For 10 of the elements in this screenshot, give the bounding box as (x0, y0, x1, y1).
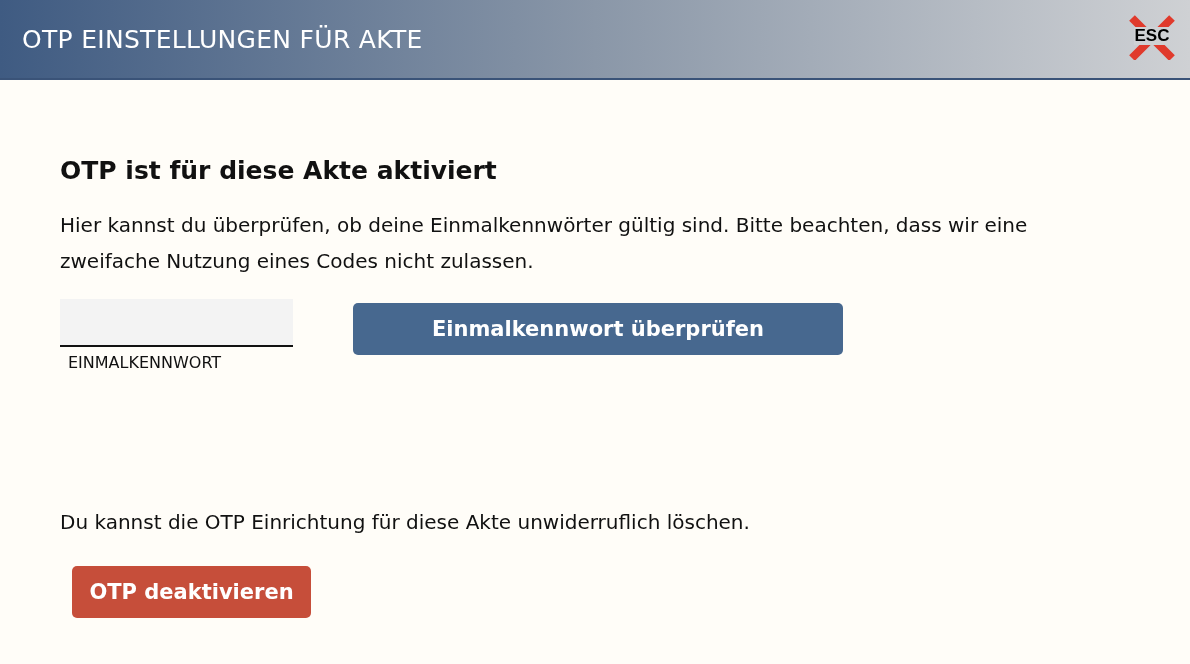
status-heading: OTP ist für diese Akte aktiviert (60, 156, 498, 185)
close-button[interactable]: ESC (1126, 10, 1178, 62)
cross-icon (1128, 12, 1176, 60)
deactivate-button[interactable]: OTP deaktivieren (72, 566, 311, 618)
window-title: OTP EINSTELLUNGEN FÜR AKTE (22, 24, 423, 54)
otp-input-field[interactable] (60, 299, 293, 347)
intro-text: Hier kannst du überprüfen, ob deine Einmalkennwörter gültig sind. Bitte beachten, dass wir eine zweifache Nutzung eines Codes nicht zulassen. (60, 212, 1029, 275)
field-label: EINMALKENNWORT (67, 352, 223, 372)
verify-button[interactable]: Einmalkennwort überprüfen (353, 303, 843, 355)
delete-text: Du kannst die OTP Einrichtung für diese Akte unwiderruflich löschen. (60, 509, 751, 536)
